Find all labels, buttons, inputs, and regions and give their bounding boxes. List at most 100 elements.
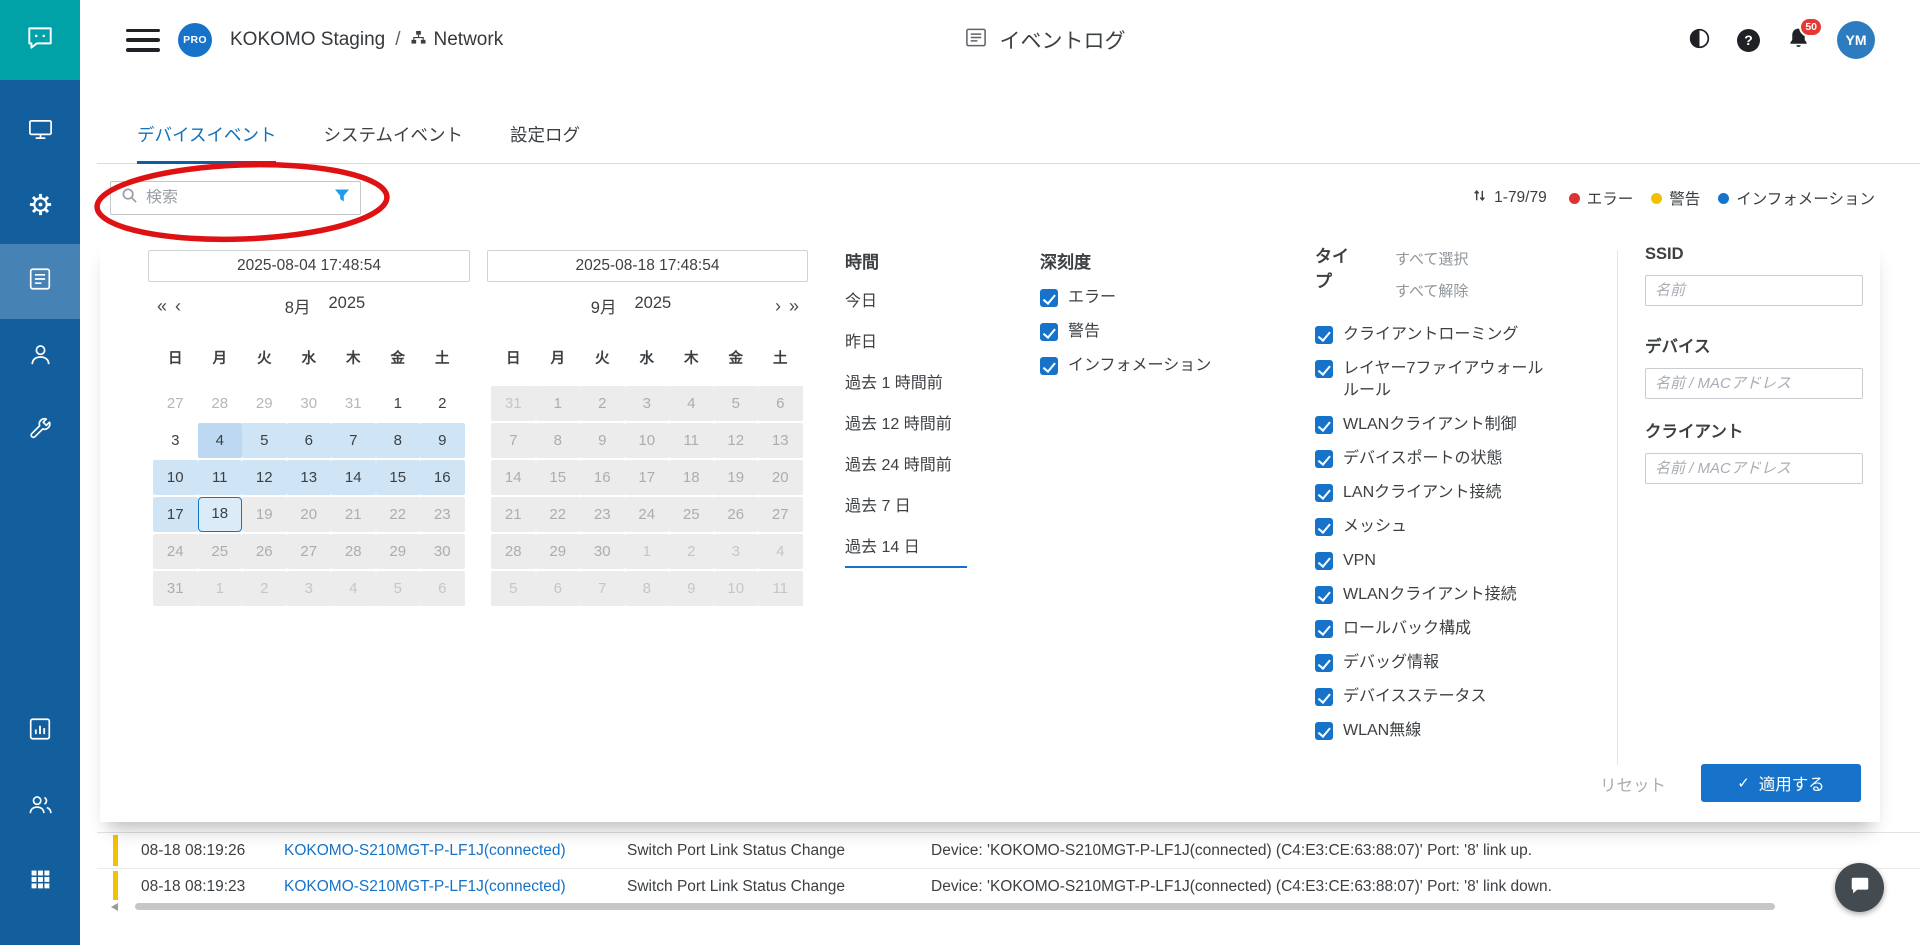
checkbox-checked-icon[interactable] — [1315, 416, 1333, 434]
sidebar-item-event-log[interactable] — [0, 244, 80, 319]
reset-button[interactable]: リセット — [1600, 772, 1666, 796]
select-all-link[interactable]: すべて選択 — [1395, 248, 1468, 270]
calendar-day[interactable]: 11 — [198, 460, 243, 495]
checkbox-checked-icon[interactable] — [1315, 620, 1333, 638]
severity-checkbox-item[interactable]: インフォメーション — [1040, 355, 1211, 377]
prev-year-icon[interactable]: « — [153, 296, 171, 317]
checkbox-checked-icon[interactable] — [1315, 360, 1333, 378]
time-filter-item[interactable]: 過去 1 時間前 — [845, 369, 967, 392]
calendar-day[interactable]: 30 — [287, 386, 332, 421]
type-checkbox-item[interactable]: WLANクライアント接続 — [1315, 584, 1547, 606]
calendar-day[interactable]: 10 — [153, 460, 198, 495]
calendar-day[interactable]: 1 — [376, 386, 421, 421]
calendar-day[interactable]: 7 — [331, 423, 376, 458]
sidebar-item-settings[interactable] — [0, 169, 80, 244]
checkbox-checked-icon[interactable] — [1315, 518, 1333, 536]
calendar-day[interactable]: 2 — [420, 386, 465, 421]
chat-fab-button[interactable] — [1835, 863, 1884, 912]
sidebar-item-reports[interactable] — [0, 694, 80, 769]
theme-contrast-button[interactable] — [1688, 27, 1711, 53]
hamburger-menu-button[interactable] — [126, 29, 160, 52]
search-input[interactable] — [146, 189, 326, 207]
calendar-day[interactable]: 14 — [331, 460, 376, 495]
client-input[interactable] — [1645, 453, 1863, 484]
next-month-icon[interactable]: › — [771, 296, 785, 317]
calendar-day[interactable]: 15 — [376, 460, 421, 495]
time-filter-item[interactable]: 過去 14 日 — [845, 533, 967, 568]
sidebar-item-admins[interactable] — [0, 769, 80, 844]
help-button[interactable] — [1737, 29, 1760, 52]
avatar[interactable]: YM — [1837, 21, 1875, 59]
type-checkbox-item[interactable]: WLAN無線 — [1315, 720, 1547, 742]
checkbox-checked-icon[interactable] — [1315, 484, 1333, 502]
checkbox-checked-icon[interactable] — [1315, 688, 1333, 706]
device-input[interactable] — [1645, 368, 1863, 399]
severity-checkbox-item[interactable]: 警告 — [1040, 321, 1211, 343]
date-from-input[interactable] — [148, 250, 470, 282]
time-filter-item[interactable]: 昨日 — [845, 328, 967, 351]
filter-funnel-icon[interactable] — [334, 188, 350, 209]
checkbox-checked-icon[interactable] — [1315, 326, 1333, 344]
type-checkbox-item[interactable]: メッシュ — [1315, 516, 1547, 538]
calendar-day[interactable]: 28 — [198, 386, 243, 421]
calendar-day[interactable]: 6 — [287, 423, 332, 458]
calendar-day[interactable]: 16 — [420, 460, 465, 495]
type-checkbox-item[interactable]: WLANクライアント制御 — [1315, 414, 1547, 436]
checkbox-checked-icon[interactable] — [1040, 357, 1058, 375]
notifications-button[interactable]: 50 — [1786, 26, 1811, 54]
checkbox-checked-icon[interactable] — [1315, 450, 1333, 468]
type-checkbox-item[interactable]: デバイスステータス — [1315, 686, 1547, 708]
calendar-day[interactable]: 18 — [198, 497, 243, 532]
time-filter-item[interactable]: 過去 24 時間前 — [845, 451, 967, 474]
time-filter-item[interactable]: 過去 12 時間前 — [845, 410, 967, 433]
sidebar-item-chat[interactable] — [0, 0, 80, 80]
type-checkbox-item[interactable]: デバッグ情報 — [1315, 652, 1547, 674]
type-checkbox-item[interactable]: ロールバック構成 — [1315, 618, 1547, 640]
scrollbar-thumb[interactable] — [135, 903, 1775, 910]
next-year-icon[interactable]: » — [785, 296, 803, 317]
prev-month-icon[interactable]: ‹ — [171, 296, 185, 317]
breadcrumb-site[interactable]: Network — [434, 29, 504, 51]
ssid-input[interactable] — [1645, 275, 1863, 306]
calendar-day[interactable]: 9 — [420, 423, 465, 458]
time-filter-item[interactable]: 過去 7 日 — [845, 492, 967, 515]
event-device-link[interactable]: KOKOMO-S210MGT-P-LF1J(connected) — [284, 842, 627, 860]
apply-button[interactable]: ✓ 適用する — [1701, 764, 1861, 802]
event-row[interactable]: 08-18 08:19:26KOKOMO-S210MGT-P-LF1J(conn… — [97, 833, 1920, 869]
event-device-link[interactable]: KOKOMO-S210MGT-P-LF1J(connected) — [284, 878, 627, 896]
checkbox-checked-icon[interactable] — [1315, 552, 1333, 570]
type-checkbox-item[interactable]: VPN — [1315, 550, 1547, 572]
scroll-left-arrow-icon[interactable] — [111, 903, 118, 911]
calendar-day[interactable]: 31 — [331, 386, 376, 421]
type-checkbox-item[interactable]: レイヤー7ファイアウォールルール — [1315, 358, 1547, 402]
calendar-day[interactable]: 5 — [242, 423, 287, 458]
checkbox-checked-icon[interactable] — [1315, 654, 1333, 672]
type-checkbox-item[interactable]: デバイスポートの状態 — [1315, 448, 1547, 470]
checkbox-checked-icon[interactable] — [1040, 289, 1058, 307]
calendar-day[interactable]: 12 — [242, 460, 287, 495]
calendar-day[interactable]: 29 — [242, 386, 287, 421]
tab-config-log[interactable]: 設定ログ — [510, 122, 580, 164]
checkbox-checked-icon[interactable] — [1315, 722, 1333, 740]
checkbox-checked-icon[interactable] — [1040, 323, 1058, 341]
calendar-day[interactable]: 3 — [153, 423, 198, 458]
date-to-input[interactable] — [487, 250, 808, 282]
calendar-day[interactable]: 8 — [376, 423, 421, 458]
type-checkbox-item[interactable]: クライアントローミング — [1315, 324, 1547, 346]
sort-range-control[interactable]: 1-79/79 — [1472, 188, 1547, 208]
tab-device-events[interactable]: デバイスイベント — [137, 122, 276, 164]
calendar-day[interactable]: 17 — [153, 497, 198, 532]
sidebar-item-sites[interactable] — [0, 844, 80, 919]
tab-system-events[interactable]: システムイベント — [323, 122, 462, 164]
checkbox-checked-icon[interactable] — [1315, 586, 1333, 604]
sidebar-item-clients[interactable] — [0, 319, 80, 394]
breadcrumb-org[interactable]: KOKOMO Staging — [230, 29, 385, 51]
calendar-day[interactable]: 13 — [287, 460, 332, 495]
type-checkbox-item[interactable]: LANクライアント接続 — [1315, 482, 1547, 504]
sidebar-item-dashboard[interactable] — [0, 94, 80, 169]
severity-checkbox-item[interactable]: エラー — [1040, 287, 1211, 309]
time-filter-item[interactable]: 今日 — [845, 287, 967, 310]
calendar-day[interactable]: 4 — [198, 423, 243, 458]
calendar-day[interactable]: 27 — [153, 386, 198, 421]
deselect-all-link[interactable]: すべて解除 — [1395, 280, 1468, 302]
